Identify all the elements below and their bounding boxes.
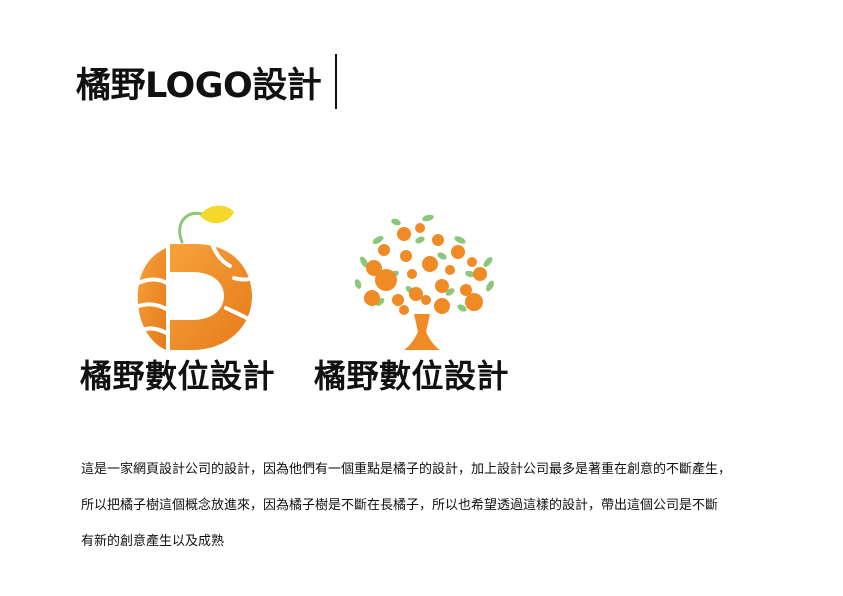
description-line-2: 所以把橘子樹這個概念放進來，因為橘子樹是不斷在長橘子，所以也希望透過這樣的設計，… [81,498,719,513]
description: 這是一家網頁設計公司的設計，因為他們有一個重點是橘子的設計，加上設計公司最多是著… [81,452,801,560]
logo-caption-1: 橘野數位設計 [80,357,276,395]
description-line-1: 這是一家網頁設計公司的設計，因為他們有一個重點是橘子的設計，加上設計公司最多是著… [81,462,732,477]
orange-tree-icon [354,214,494,350]
title-divider [335,54,337,109]
orange-d-icon [132,205,254,350]
description-line-3: 有新的創意產生以及成熟 [81,534,225,549]
page-title: 橘野LOGO設計 [76,66,322,106]
logo-caption-2: 橘野數位設計 [314,357,510,395]
